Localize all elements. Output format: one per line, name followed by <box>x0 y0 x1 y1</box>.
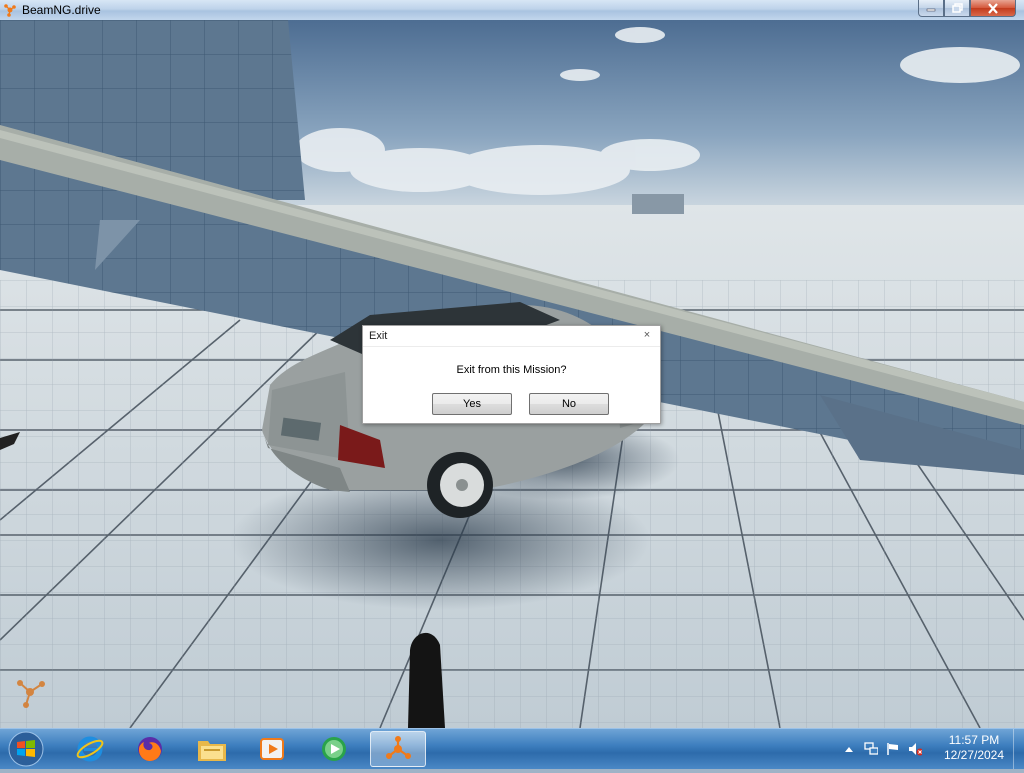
media-player-icon <box>260 738 284 760</box>
restore-button[interactable] <box>944 0 970 17</box>
firefox-icon <box>138 737 162 762</box>
close-button[interactable] <box>970 0 1016 17</box>
clock-date: 12/27/2024 <box>943 748 1005 762</box>
volume-button[interactable] <box>908 742 922 756</box>
taskbar-item-media-player[interactable] <box>244 731 300 767</box>
taskbar-item-firefox[interactable] <box>122 731 178 767</box>
action-center-button[interactable] <box>886 742 900 756</box>
taskbar-clock[interactable]: 11:57 PM 12/27/2024 <box>936 733 1012 763</box>
media-center-icon <box>322 737 346 761</box>
network-icon <box>864 742 878 755</box>
volume-muted-icon <box>909 743 922 756</box>
action-center-flag-icon <box>887 743 898 755</box>
dialog-title-bar[interactable]: Exit × <box>363 326 660 347</box>
taskbar: 11:57 PM 12/27/2024 <box>0 728 1024 769</box>
minimize-icon <box>926 8 936 12</box>
close-icon <box>988 2 998 14</box>
dialog-title: Exit <box>369 330 388 342</box>
show-hidden-icons-button[interactable] <box>842 742 856 756</box>
windows-start-icon <box>8 731 44 767</box>
minimize-button[interactable] <box>918 0 944 17</box>
taskbar-item-file-explorer[interactable] <box>184 731 240 767</box>
show-hidden-icons-icon <box>845 747 853 752</box>
taskbar-item-media-center[interactable] <box>306 731 362 767</box>
exit-dialog: Exit × Exit from this Mission? Yes No <box>362 325 661 424</box>
maximize-icon <box>951 3 963 13</box>
start-button[interactable] <box>6 730 46 768</box>
system-tray <box>842 735 922 763</box>
no-button[interactable]: No <box>529 393 609 415</box>
taskbar-item-beamng[interactable] <box>370 731 426 767</box>
beamng-taskbar-icon <box>386 736 411 759</box>
window-title-bar[interactable]: BeamNG.drive <box>0 0 1024 21</box>
dialog-message: Exit from this Mission? <box>456 364 567 376</box>
show-desktop-button[interactable] <box>1013 729 1024 769</box>
yes-button[interactable]: Yes <box>432 393 512 415</box>
window-title: BeamNG.drive <box>22 3 101 17</box>
beamng-icon <box>4 4 16 17</box>
taskbar-item-internet-explorer[interactable] <box>62 731 118 767</box>
internet-explorer-icon <box>76 736 104 762</box>
network-tray-button[interactable] <box>864 742 878 756</box>
file-explorer-icon <box>198 741 226 761</box>
dialog-close-icon[interactable]: × <box>641 329 653 341</box>
clock-time: 11:57 PM <box>948 733 1000 747</box>
